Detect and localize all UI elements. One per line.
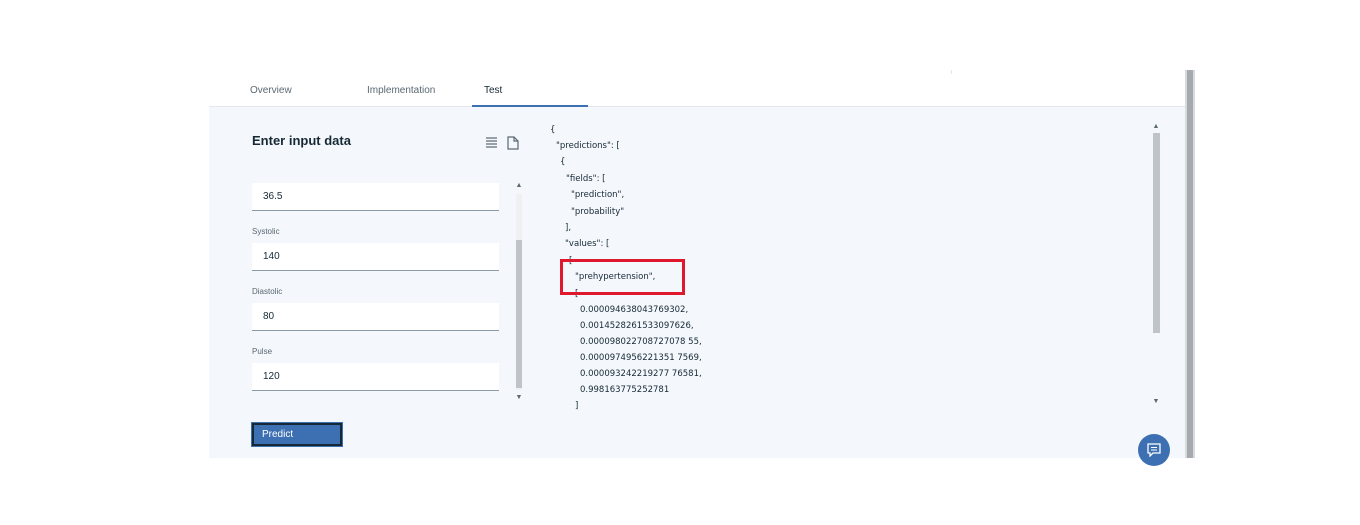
json-line: 0.000093242219277 76581, — [580, 369, 702, 379]
pulse-label: Pulse — [252, 347, 273, 356]
form-scrollbar[interactable]: ▲ ▼ — [515, 182, 523, 402]
json-line: { — [550, 125, 556, 135]
list-icon[interactable] — [484, 136, 498, 150]
json-line: "values": [ — [565, 239, 610, 249]
scroll-down-icon[interactable]: ▼ — [1152, 398, 1160, 406]
json-line: 0.0014528261533097626, — [580, 321, 694, 331]
pulse-input[interactable] — [252, 363, 499, 391]
json-line: ], — [565, 223, 572, 233]
json-line: 0.000098022708727078 55, — [580, 337, 702, 347]
predict-button[interactable]: Predict — [251, 422, 343, 447]
json-line: "fields": [ — [566, 174, 606, 184]
tab-bar: Overview Implementation Test — [209, 70, 1185, 107]
chat-button[interactable] — [1138, 434, 1170, 466]
json-line: "predictions": [ — [556, 141, 620, 151]
systolic-input[interactable] — [252, 243, 499, 271]
json-line: "probability" — [571, 207, 625, 217]
page-scrollbar[interactable] — [1185, 70, 1195, 458]
json-line: { — [560, 157, 566, 167]
json-line: ] — [575, 401, 579, 411]
scroll-thumb[interactable] — [1153, 133, 1160, 333]
scroll-up-icon[interactable]: ▲ — [1152, 123, 1160, 131]
json-line: 0.000094638043769302, — [580, 305, 689, 315]
prediction-highlight — [560, 259, 685, 295]
tab-overview[interactable]: Overview — [238, 70, 355, 107]
chat-icon — [1147, 443, 1161, 457]
tab-divider — [951, 70, 952, 74]
output-scrollbar[interactable]: ▲ ▼ — [1150, 123, 1162, 408]
diastolic-label: Diastolic — [252, 287, 283, 296]
json-line: 0.998163775252781 — [580, 385, 670, 395]
form-title: Enter input data — [252, 133, 351, 148]
json-line: "prediction", — [571, 190, 625, 200]
model-test-panel: Overview Implementation Test Enter input… — [209, 70, 1185, 466]
tab-test[interactable]: Test — [472, 70, 588, 107]
page-scroll-thumb[interactable] — [1187, 70, 1193, 458]
systolic-label: Systolic — [252, 227, 280, 236]
tab-implementation[interactable]: Implementation — [355, 70, 472, 107]
diastolic-input[interactable] — [252, 303, 499, 331]
document-icon[interactable] — [506, 136, 520, 150]
temperature-input[interactable] — [252, 183, 499, 211]
scroll-thumb[interactable] — [516, 240, 522, 388]
scroll-up-icon[interactable]: ▲ — [515, 182, 523, 190]
json-line: 0.0000974956221351 7569, — [580, 353, 702, 363]
scroll-down-icon[interactable]: ▼ — [515, 394, 523, 402]
